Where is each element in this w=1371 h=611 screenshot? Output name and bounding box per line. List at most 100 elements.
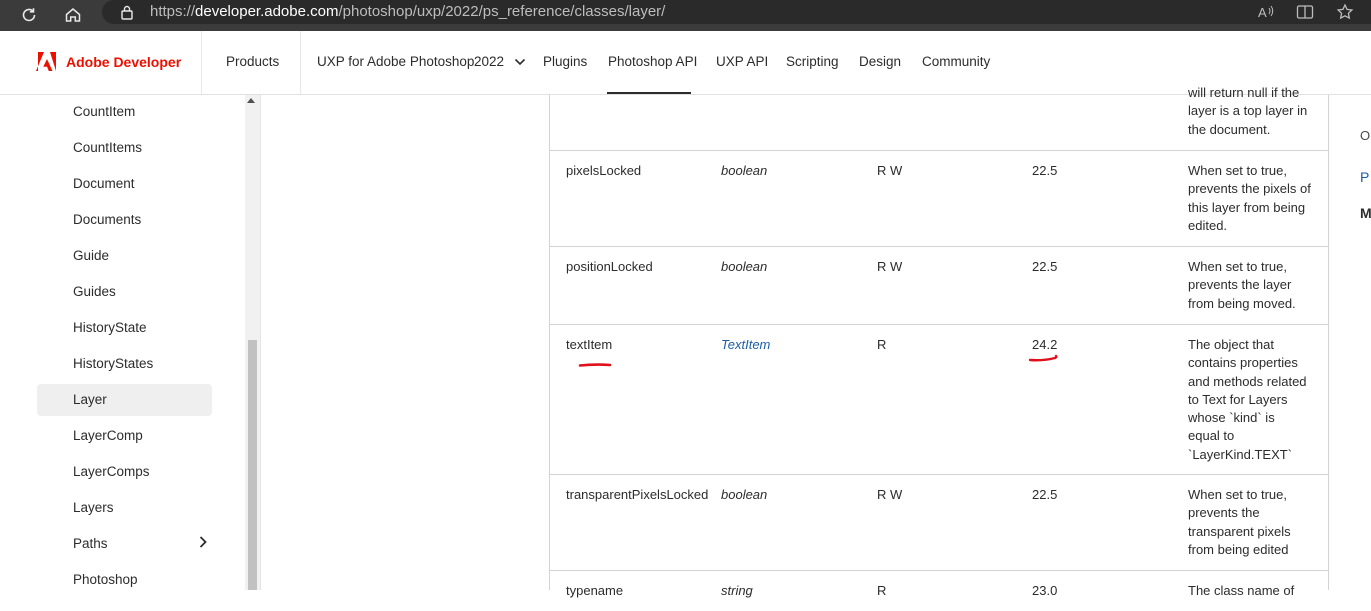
property-type: boolean (721, 163, 768, 178)
url-text[interactable]: https://developer.adobe.com/photoshop/ux… (150, 3, 665, 20)
nav-design[interactable]: Design (859, 54, 901, 69)
sidebar-item-layer[interactable]: Layer (37, 384, 212, 416)
desc-line: prevents the (1188, 505, 1260, 521)
sidebar-item-label: LayerComps (73, 464, 150, 479)
sidebar-item-label: CountItem (73, 104, 136, 119)
desc-line: whose `kind` is (1188, 410, 1275, 426)
on-this-page-link[interactable]: P (1360, 169, 1369, 185)
sidebar-item-document[interactable]: Document (37, 168, 212, 200)
sidebar-item-label: Photoshop (73, 572, 138, 587)
brand-link[interactable]: Adobe Developer (36, 52, 181, 71)
property-name: textItem (566, 337, 613, 352)
property-name: transparentPixelsLocked (566, 487, 709, 502)
property-type-link[interactable]: TextItem (721, 336, 770, 354)
red-underline-annotation (578, 363, 612, 367)
desc-line: will return null if the (1188, 85, 1300, 100)
sidebar-item-guide[interactable]: Guide (37, 240, 212, 272)
sidebar-item-guides[interactable]: Guides (37, 276, 212, 308)
browser-toolbar: https://developer.adobe.com/photoshop/ux… (0, 0, 1371, 31)
split-screen-icon[interactable] (1294, 1, 1316, 23)
scroll-up-arrow-icon[interactable] (247, 98, 255, 103)
brand-name: Adobe Developer (66, 53, 182, 70)
header-divider (300, 31, 301, 94)
property-access: R W (877, 259, 903, 274)
properties-table: will return null if the layer is a top l… (549, 85, 1329, 598)
scroll-thumb[interactable] (248, 340, 257, 590)
sidebar-item-label: LayerComp (73, 428, 143, 443)
svg-text:A: A (1258, 5, 1267, 20)
property-name: positionLocked (566, 259, 653, 274)
nav-scripting[interactable]: Scripting (786, 54, 839, 69)
read-aloud-icon[interactable]: A (1255, 1, 1277, 23)
property-access: R W (877, 163, 903, 178)
sidebar-item-layers[interactable]: Layers (37, 492, 212, 524)
header-divider (201, 31, 202, 94)
sidebar-item-layercomps[interactable]: LayerComps (37, 456, 212, 488)
description-cell: The object that contains properties and … (1188, 336, 1313, 464)
sidebar-item-historystates[interactable]: HistoryStates (37, 348, 212, 380)
property-min-version: 22.5 (1032, 259, 1058, 274)
version-label: 2022 (474, 54, 505, 69)
on-this-page-link-active[interactable]: M (1360, 205, 1371, 221)
desc-line: When set to true, (1188, 259, 1287, 274)
sidebar-scrollbar[interactable] (245, 95, 261, 590)
red-underline-annotation (1028, 354, 1058, 362)
sidebar-item-countitem[interactable]: CountItem (37, 96, 212, 128)
property-name: pixelsLocked (566, 163, 642, 178)
desc-line: When set to true, (1188, 487, 1287, 502)
property-access: R (877, 337, 887, 352)
reload-icon[interactable] (18, 4, 40, 26)
desc-line: `LayerKind.TEXT` (1188, 446, 1293, 462)
favorite-star-icon[interactable] (1334, 1, 1356, 23)
property-type: boolean (721, 487, 768, 502)
nav-uxp-for-photoshop[interactable]: UXP for Adobe Photoshop (317, 54, 474, 69)
desc-line: contains properties (1188, 355, 1298, 371)
desc-line: this layer from being (1188, 199, 1306, 215)
desc-line: prevents the layer (1188, 277, 1292, 293)
desc-line: edited. (1188, 217, 1228, 233)
url-prefix: https:// (150, 3, 196, 20)
description-cell: The class name of (1188, 582, 1313, 600)
url-host: developer.adobe.com (195, 3, 339, 20)
table-row: will return null if the layer is a top l… (550, 85, 1328, 151)
description-cell: When set to true, prevents the layer fro… (1188, 258, 1313, 313)
sidebar-item-label: Layers (73, 500, 114, 515)
site-header: Adobe Developer Products UXP for Adobe P… (0, 31, 1371, 95)
property-access: R W (877, 487, 903, 502)
description-cell: When set to true, prevents the transpare… (1188, 486, 1313, 559)
sidebar-item-label: Documents (73, 212, 142, 227)
sidebar-item-label: Paths (73, 536, 108, 551)
property-min-version: 22.5 (1032, 163, 1058, 178)
sidebar-item-countitems[interactable]: CountItems (37, 132, 212, 164)
sidebar-item-label: Guides (73, 284, 116, 299)
nav-community[interactable]: Community (922, 54, 990, 69)
nav-uxp-api[interactable]: UXP API (716, 54, 768, 69)
nav-plugins[interactable]: Plugins (543, 54, 587, 69)
sidebar-item-paths[interactable]: Paths (37, 528, 212, 560)
sidebar-item-layercomp[interactable]: LayerComp (37, 420, 212, 452)
sidebar-nav: CountItem CountItems Document Documents … (0, 95, 245, 590)
sidebar-item-label: Document (73, 176, 135, 191)
description-cell: will return null if the layer is a top l… (1188, 84, 1313, 139)
lock-icon[interactable] (116, 1, 138, 23)
desc-line: from being moved. (1188, 295, 1296, 311)
sidebar-item-photoshop[interactable]: Photoshop (37, 564, 212, 596)
chevron-down-icon (514, 59, 525, 66)
description-cell: When set to true, prevents the pixels of… (1188, 162, 1313, 235)
table-row: transparentPixelsLocked boolean R W 22.5… (550, 475, 1328, 571)
nav-products[interactable]: Products (226, 54, 279, 69)
table-row: textItem TextItem R 24.2 The object that… (550, 325, 1328, 475)
desc-line: to Text for Layers (1188, 391, 1288, 407)
desc-line: the document. (1188, 121, 1271, 137)
nav-photoshop-api[interactable]: Photoshop API (608, 54, 697, 69)
sidebar-item-label: HistoryState (73, 320, 147, 335)
sidebar-item-historystate[interactable]: HistoryState (37, 312, 212, 344)
property-type: string (721, 583, 753, 598)
chevron-right-icon[interactable] (198, 535, 208, 549)
table-row: typename string R 23.0 The class name of (550, 571, 1328, 611)
version-dropdown[interactable]: 2022 (474, 54, 526, 69)
home-icon[interactable] (62, 4, 84, 26)
url-path: /photoshop/uxp/2022/ps_reference/classes… (338, 3, 666, 20)
sidebar-item-documents[interactable]: Documents (37, 204, 212, 236)
property-min-version: 22.5 (1032, 487, 1058, 502)
